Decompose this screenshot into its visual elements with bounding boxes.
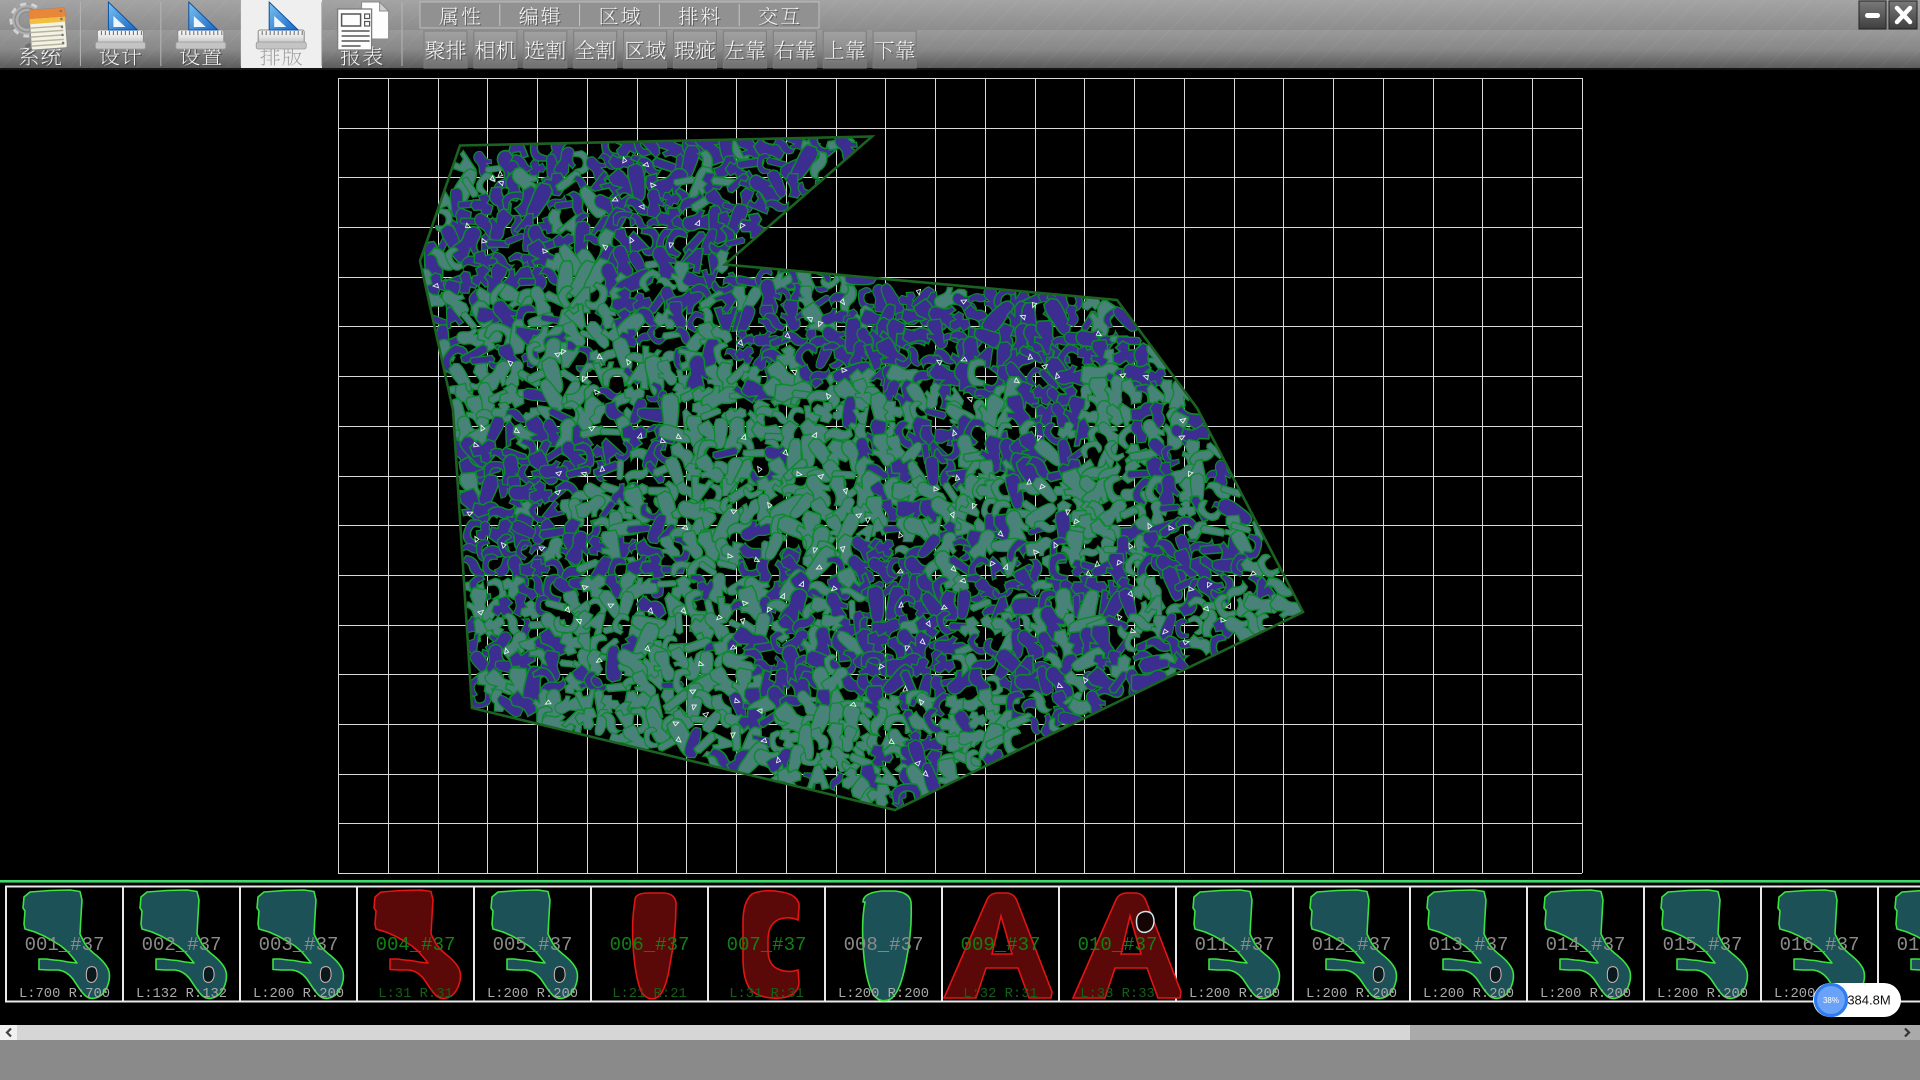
- svg-text:38%: 38%: [1823, 996, 1839, 1005]
- svg-text:007_#37: 007_#37: [727, 934, 807, 956]
- svg-text:384.8M: 384.8M: [1847, 993, 1890, 1008]
- svg-text:008_#37: 008_#37: [844, 934, 924, 956]
- svg-text:011_#37: 011_#37: [1195, 934, 1275, 956]
- svg-text:017_#37: 017_#37: [1897, 934, 1920, 956]
- svg-text:L:200 R:200: L:200 R:200: [1306, 987, 1397, 1002]
- svg-text:014_#37: 014_#37: [1546, 934, 1626, 956]
- svg-text:005_#37: 005_#37: [493, 934, 573, 956]
- svg-text:L:200 R:200: L:200 R:200: [1189, 987, 1280, 1002]
- svg-text:L:132 R:132: L:132 R:132: [136, 987, 227, 1002]
- svg-text:001_#37: 001_#37: [25, 934, 105, 956]
- svg-text:L:200 R:200: L:200 R:200: [838, 987, 929, 1002]
- svg-text:016_#37: 016_#37: [1780, 934, 1860, 956]
- svg-text:009_#37: 009_#37: [961, 934, 1041, 956]
- svg-text:004_#37: 004_#37: [376, 934, 456, 956]
- svg-text:L:32 R:31: L:32 R:31: [963, 987, 1038, 1002]
- svg-text:L:200 R:200: L:200 R:200: [1540, 987, 1631, 1002]
- svg-text:L:200 R:200: L:200 R:200: [253, 987, 344, 1002]
- svg-text:L:700 R:700: L:700 R:700: [19, 987, 110, 1002]
- svg-text:003_#37: 003_#37: [259, 934, 339, 956]
- svg-text:L:33 R:33: L:33 R:33: [1080, 987, 1155, 1002]
- svg-text:L:200 R:200: L:200 R:200: [1423, 987, 1514, 1002]
- svg-text:L:200 R:200: L:200 R:200: [1657, 987, 1748, 1002]
- svg-text:L:31 R:31: L:31 R:31: [729, 987, 804, 1002]
- svg-text:013_#37: 013_#37: [1429, 934, 1509, 956]
- svg-text:010_#37: 010_#37: [1078, 934, 1158, 956]
- svg-text:L:200 R:200: L:200 R:200: [487, 987, 578, 1002]
- svg-text:002_#37: 002_#37: [142, 934, 222, 956]
- svg-text:012_#37: 012_#37: [1312, 934, 1392, 956]
- svg-text:006_#37: 006_#37: [610, 934, 690, 956]
- svg-text:L:21 R:21: L:21 R:21: [612, 987, 687, 1002]
- svg-text:015_#37: 015_#37: [1663, 934, 1743, 956]
- svg-text:L:31 R:31: L:31 R:31: [378, 987, 453, 1002]
